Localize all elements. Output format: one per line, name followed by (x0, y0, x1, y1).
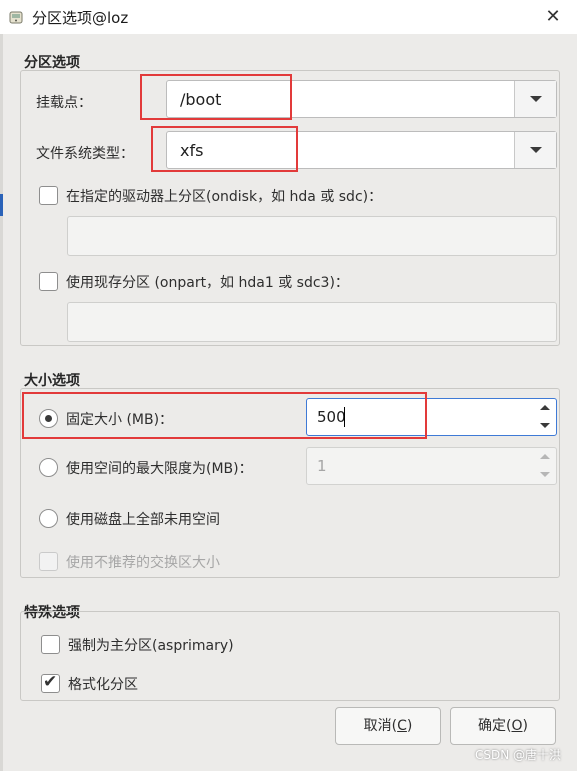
background-window-edge (0, 34, 3, 771)
format-checkbox[interactable]: ✔ (41, 672, 60, 693)
onpart-input[interactable] (67, 302, 557, 342)
annotation-highlight-fs-type (151, 126, 298, 172)
background-selection-mark (0, 194, 3, 216)
ondisk-label: 在指定的驱动器上分区(ondisk，如 hda 或 sdc)： (66, 189, 383, 205)
cancel-mnemonic: C (397, 718, 407, 734)
onpart-label: 使用现存分区 (onpart，如 hda1 或 sdc3)： (66, 275, 349, 291)
spin-down-icon[interactable] (535, 417, 556, 435)
disk-app-icon (8, 9, 24, 25)
chevron-down-icon (530, 96, 542, 102)
spin-up-icon[interactable] (535, 399, 556, 417)
fill-disk-radio[interactable] (39, 509, 58, 528)
fs-type-label: 文件系统类型： (36, 146, 134, 162)
spin-down-icon[interactable] (535, 466, 556, 484)
ondisk-input[interactable] (67, 216, 557, 256)
chevron-down-icon (530, 147, 542, 153)
checkmark-icon: ✔ (43, 672, 58, 692)
asprimary-label: 强制为主分区(asprimary) (68, 638, 234, 654)
ok-button-label: 确定( (478, 718, 512, 734)
fill-disk-label: 使用磁盘上全部未用空间 (66, 512, 220, 528)
window-title: 分区选项@loz (32, 9, 129, 27)
size-options-heading: 大小选项 (24, 373, 80, 389)
ok-button-close: ) (522, 718, 528, 734)
ok-button[interactable]: 确定(O) (450, 707, 556, 745)
spin-up-icon[interactable] (535, 448, 556, 466)
fs-type-dropdown-button[interactable] (514, 132, 556, 168)
annotation-highlight-fixed-size (22, 392, 427, 439)
partition-options-heading: 分区选项 (24, 55, 80, 71)
cancel-button-label: 取消( (363, 718, 398, 734)
title-bar: 分区选项@loz ✕ (0, 0, 577, 34)
recommended-swap-checkbox[interactable] (39, 552, 58, 571)
recommended-swap-label: 使用不推荐的交换区大小 (66, 555, 220, 571)
max-size-radio[interactable] (39, 458, 58, 477)
max-size-spinner[interactable]: 1 (306, 447, 557, 485)
max-size-value: 1 (317, 457, 327, 475)
asprimary-checkbox[interactable] (41, 635, 60, 654)
mount-point-dropdown-button[interactable] (514, 81, 556, 117)
onpart-checkbox[interactable] (39, 272, 58, 291)
annotation-highlight-mount-point (140, 74, 292, 120)
mount-point-label: 挂载点： (36, 95, 92, 111)
watermark: CSDN @唐十洪 (474, 748, 561, 762)
ondisk-checkbox[interactable] (39, 186, 58, 205)
cancel-button-close: ) (406, 718, 413, 734)
max-size-label: 使用空间的最大限度为(MB)： (66, 461, 253, 477)
cancel-button[interactable]: 取消(C) (335, 707, 441, 745)
ok-mnemonic: O (511, 718, 523, 734)
close-icon: ✕ (545, 6, 561, 27)
format-label: 格式化分区 (68, 677, 138, 693)
close-button[interactable]: ✕ (539, 4, 567, 30)
